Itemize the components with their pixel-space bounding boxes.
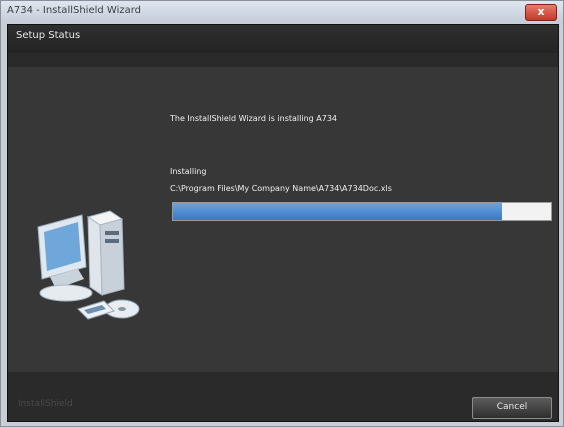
progress-fill	[173, 203, 502, 220]
installshield-brand: InstallShield	[18, 399, 73, 409]
window-title: A734 - InstallShield Wizard	[7, 5, 142, 16]
content-panel: The InstallShield Wizard is installing A…	[8, 67, 558, 372]
current-file-path: C:\Program Files\My Company Name\A734\A7…	[170, 184, 392, 193]
computer-with-disc-icon	[37, 210, 140, 320]
installer-window: A734 - InstallShield Wizard x Setup Stat…	[0, 0, 564, 427]
footer-bar: InstallShield Cancel	[8, 372, 558, 421]
header-bar: Setup Status	[8, 25, 558, 53]
page-heading: Setup Status	[16, 30, 81, 41]
status-text: The InstallShield Wizard is installing A…	[170, 114, 338, 123]
step-label: Installing	[170, 167, 207, 176]
cancel-button[interactable]: Cancel	[472, 397, 552, 419]
title-bar[interactable]: A734 - InstallShield Wizard x	[1, 1, 563, 23]
wizard-frame: Setup Status The InstallShield Wizard is…	[7, 24, 559, 422]
close-button[interactable]: x	[525, 4, 557, 21]
progress-bar	[172, 202, 552, 221]
